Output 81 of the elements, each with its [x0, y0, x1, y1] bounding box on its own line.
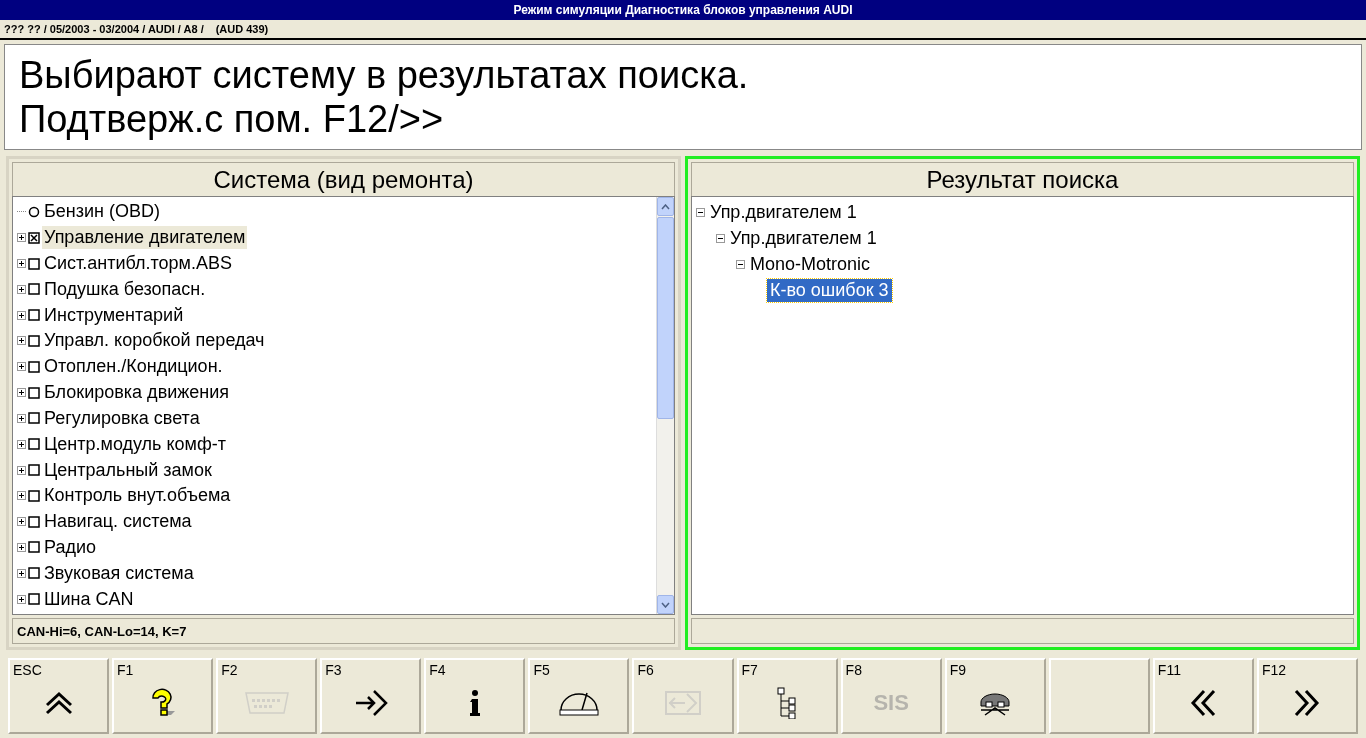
checkbox[interactable] — [28, 541, 40, 554]
collapse-icon[interactable] — [696, 207, 705, 217]
expand-icon[interactable] — [17, 310, 26, 320]
tree-item[interactable]: Блокировка движения — [42, 381, 232, 405]
checkbox[interactable] — [28, 412, 40, 425]
function-key-button[interactable]: F9 — [944, 658, 1046, 734]
expand-icon[interactable] — [17, 491, 26, 501]
function-key-button[interactable]: F5 — [528, 658, 630, 734]
scrollbar[interactable] — [656, 197, 674, 614]
function-key-button[interactable]: F11 — [1152, 658, 1254, 734]
expand-icon[interactable] — [17, 542, 26, 552]
expand-icon[interactable] — [17, 233, 26, 243]
expand-icon[interactable] — [17, 517, 26, 527]
radio-icon[interactable] — [28, 205, 40, 218]
tree-item[interactable]: Управление двигателем — [42, 226, 248, 250]
checkbox[interactable] — [28, 283, 40, 296]
enter-arrow-icon — [353, 688, 388, 718]
instruction-text: Выбирают систему в результатах поиска. — [19, 53, 750, 97]
window-title: Режим симуляции Диагностика блоков управления AUDI — [0, 0, 1366, 20]
expand-icon[interactable] — [17, 568, 26, 578]
checkbox[interactable] — [28, 515, 40, 528]
tree-item[interactable]: Подушка безопасн. — [42, 277, 208, 301]
tree-item[interactable]: Центр.модуль комф-т — [42, 432, 228, 456]
function-key-button[interactable]: F4 — [424, 658, 526, 734]
vehicle-path: ??? ?? / 05/2003 - 03/2004 / AUDI / A8 / — [4, 23, 204, 35]
tree-item[interactable]: Навигац. система — [42, 510, 194, 534]
checkbox[interactable] — [28, 231, 40, 244]
function-key-button[interactable]: F12 — [1256, 658, 1358, 734]
tree-item[interactable]: Отоплен./Кондицион. — [42, 355, 225, 379]
tree-item[interactable]: Звуковая система — [42, 561, 196, 585]
tree-item[interactable]: Упр.двигателем 1 — [707, 200, 860, 224]
connector-icon — [243, 690, 290, 716]
expand-icon[interactable] — [17, 439, 26, 449]
scroll-down-icon[interactable] — [661, 601, 670, 608]
checkbox[interactable] — [28, 360, 40, 373]
expand-icon[interactable] — [17, 465, 26, 475]
collapse-icon[interactable] — [716, 233, 725, 243]
checkbox[interactable] — [28, 489, 40, 502]
tree-item[interactable]: Инструментарий — [42, 303, 186, 327]
function-key-button[interactable]: ESC — [8, 658, 110, 734]
scroll-up-icon[interactable] — [661, 203, 670, 210]
vehicle-path: (AUD 439) — [215, 23, 269, 35]
function-key-button[interactable]: F1 — [112, 658, 214, 734]
tree-item[interactable]: Шина CAN — [42, 587, 136, 611]
tree-item[interactable]: Регулировка света — [42, 406, 202, 430]
gauge-icon — [558, 690, 599, 716]
checkbox[interactable] — [28, 334, 40, 347]
info-icon — [468, 690, 481, 716]
tree-item[interactable]: Радио — [42, 535, 98, 559]
function-key-button[interactable]: F7 — [736, 658, 838, 734]
connection-status: CAN-Hi=6, CAN-Lo=14, K=7 — [12, 618, 675, 644]
checkbox[interactable] — [28, 567, 40, 580]
function-key-button[interactable]: F3 — [320, 658, 422, 734]
expand-icon[interactable] — [17, 259, 26, 269]
checkbox[interactable] — [28, 386, 40, 399]
checkbox[interactable] — [28, 464, 40, 477]
tree-item[interactable]: Бензин (OBD) — [42, 200, 162, 224]
expand-icon[interactable] — [17, 594, 26, 604]
tree-item[interactable]: Сист.антибл.торм.ABS — [42, 252, 234, 276]
tree-item[interactable]: Управл. коробкой передач — [42, 329, 267, 353]
collapse-icon[interactable] — [736, 259, 745, 269]
checkbox[interactable] — [28, 438, 40, 451]
tree-item[interactable]: Контроль внут.объема — [42, 484, 233, 508]
tree-item[interactable]: К-во ошибок 3 — [767, 278, 892, 302]
double-right-chevron-icon — [1294, 688, 1321, 718]
tree-item[interactable]: Упр.двигателем 1 — [727, 226, 880, 250]
tree-item[interactable]: Mono-Motronic — [747, 252, 874, 276]
expand-icon[interactable] — [17, 284, 26, 294]
expand-icon[interactable] — [17, 362, 26, 372]
tree-item[interactable]: Центральный замок — [42, 458, 214, 482]
checkbox[interactable] — [28, 593, 40, 606]
double-left-chevron-icon — [1190, 688, 1217, 718]
tree-structure-icon — [776, 687, 799, 719]
checkbox[interactable] — [28, 309, 40, 322]
instruction-text: Подтверж.с пом. F12/>> — [19, 97, 445, 141]
expand-icon[interactable] — [17, 413, 26, 423]
double-up-chevron-icon — [43, 691, 74, 715]
scroll-thumb[interactable] — [657, 217, 674, 419]
expand-icon[interactable] — [17, 388, 26, 398]
checkbox[interactable] — [28, 257, 40, 270]
expand-icon[interactable] — [17, 336, 26, 346]
